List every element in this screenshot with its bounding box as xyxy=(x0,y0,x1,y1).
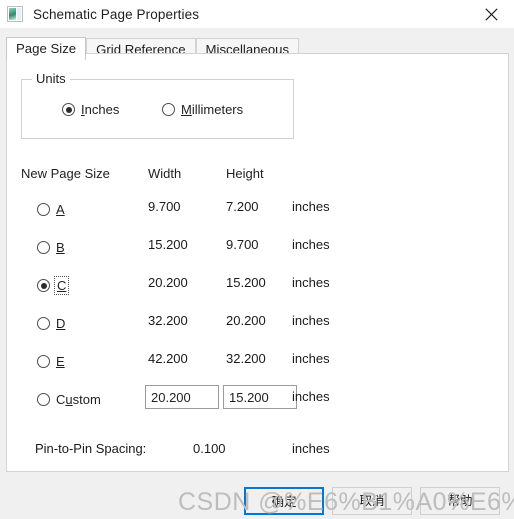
page-size-width-value: 15.200 xyxy=(148,237,188,252)
radio-indicator-b[interactable] xyxy=(37,241,50,254)
page-size-height-value: 15.200 xyxy=(226,275,266,290)
units-groupbox: Units Inches Millimeters xyxy=(21,79,294,139)
radio-page-size-c[interactable]: C xyxy=(37,278,67,293)
page-size-row: C 20.200 15.200 inches xyxy=(7,275,508,295)
page-size-row: A 9.700 7.200 inches xyxy=(7,199,508,219)
radio-page-size-e[interactable]: E xyxy=(37,354,65,369)
page-size-row: Custom inches xyxy=(7,389,508,409)
radio-indicator-millimeters[interactable] xyxy=(162,103,175,116)
radio-label-d[interactable]: D xyxy=(56,316,65,331)
radio-indicator-c[interactable] xyxy=(37,279,50,292)
page-size-row: D 32.200 20.200 inches xyxy=(7,313,508,333)
page-size-width-value: 20.200 xyxy=(148,275,188,290)
page-size-height-value: 32.200 xyxy=(226,351,266,366)
radio-page-size-custom[interactable]: Custom xyxy=(37,392,101,407)
page-size-unit-label: inches xyxy=(292,389,330,404)
radio-label-b[interactable]: B xyxy=(56,240,65,255)
pin-spacing-label: Pin-to-Pin Spacing: xyxy=(35,441,146,456)
radio-indicator-inches[interactable] xyxy=(62,103,75,116)
page-size-unit-label: inches xyxy=(292,199,330,214)
column-header-width: Width xyxy=(148,166,181,181)
tab-page-size[interactable]: Page Size xyxy=(6,37,86,60)
custom-width-input[interactable] xyxy=(145,385,219,409)
radio-label-millimeters[interactable]: Millimeters xyxy=(181,102,243,117)
radio-label-custom[interactable]: Custom xyxy=(56,392,101,407)
pin-spacing-value: 0.100 xyxy=(193,441,226,456)
page-size-unit-label: inches xyxy=(292,351,330,366)
radio-page-size-d[interactable]: D xyxy=(37,316,65,331)
page-size-height-value: 20.200 xyxy=(226,313,266,328)
help-button[interactable]: 帮助 xyxy=(420,487,500,515)
page-size-height-value: 7.200 xyxy=(226,199,259,214)
radio-label-c[interactable]: C xyxy=(56,278,67,293)
radio-indicator-custom[interactable] xyxy=(37,393,50,406)
page-size-row: B 15.200 9.700 inches xyxy=(7,237,508,257)
pin-spacing-unit: inches xyxy=(292,441,330,456)
radio-label-e[interactable]: E xyxy=(56,354,65,369)
page-size-unit-label: inches xyxy=(292,313,330,328)
page-size-width-value: 42.200 xyxy=(148,351,188,366)
radio-label-a[interactable]: A xyxy=(56,202,65,217)
radio-page-size-a[interactable]: A xyxy=(37,202,65,217)
column-header-new-page-size: New Page Size xyxy=(21,166,110,181)
radio-indicator-d[interactable] xyxy=(37,317,50,330)
title-bar: Schematic Page Properties xyxy=(0,0,514,28)
page-size-height-value: 9.700 xyxy=(226,237,259,252)
schematic-page-icon xyxy=(7,6,23,22)
cancel-button[interactable]: 取消 xyxy=(332,487,412,515)
radio-page-size-b[interactable]: B xyxy=(37,240,65,255)
ok-button[interactable]: 确定 xyxy=(244,487,324,515)
page-size-width-value: 9.700 xyxy=(148,199,181,214)
radio-indicator-e[interactable] xyxy=(37,355,50,368)
page-size-width-value: 32.200 xyxy=(148,313,188,328)
radio-indicator-a[interactable] xyxy=(37,203,50,216)
page-size-unit-label: inches xyxy=(292,275,330,290)
page-size-panel: Units Inches Millimeters New Page Size W… xyxy=(6,53,509,472)
page-size-row: E 42.200 32.200 inches xyxy=(7,351,508,371)
tab-strip: Page SizeGrid ReferenceMiscellaneous xyxy=(0,28,514,54)
radio-label-inches[interactable]: Inches xyxy=(81,102,119,117)
page-size-unit-label: inches xyxy=(292,237,330,252)
radio-units-millimeters[interactable]: Millimeters xyxy=(162,102,243,117)
close-icon[interactable] xyxy=(469,0,514,28)
units-group-title: Units xyxy=(32,71,70,86)
radio-units-inches[interactable]: Inches xyxy=(62,102,119,117)
column-header-height: Height xyxy=(226,166,264,181)
window-title: Schematic Page Properties xyxy=(33,7,199,22)
custom-height-input[interactable] xyxy=(223,385,297,409)
